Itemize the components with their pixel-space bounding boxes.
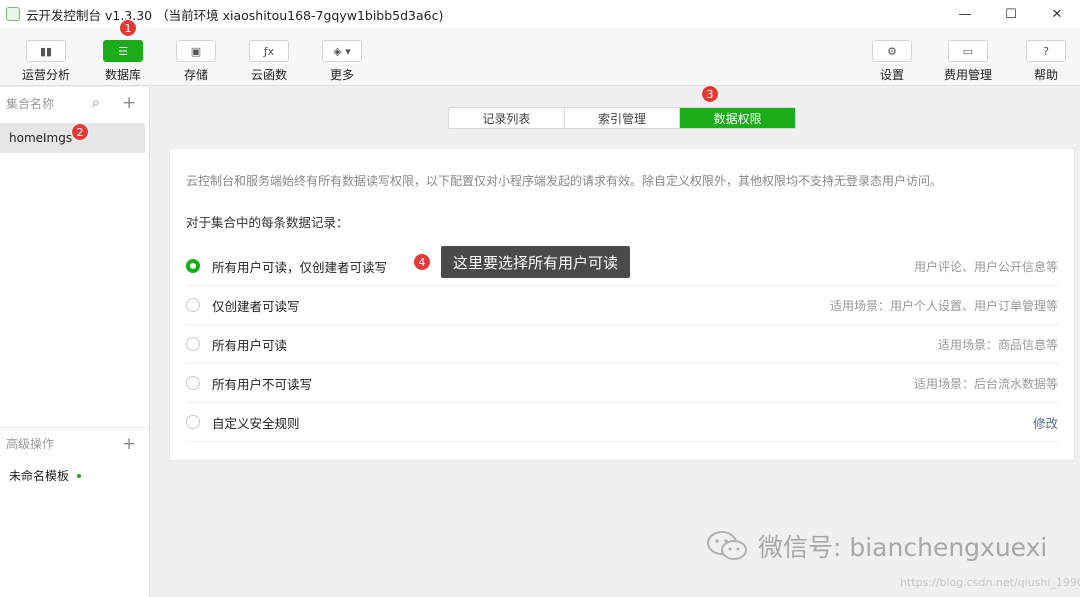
permissions-subtitle: 对于集合中的每条数据记录： [186, 212, 349, 231]
tab-index-management[interactable]: 索引管理 [565, 108, 681, 128]
toolbar-billing-button[interactable]: ▭ 费用管理 [948, 40, 988, 83]
permission-option[interactable]: 所有用户可读 适用场景：商品信息等 [186, 325, 1058, 364]
window-controls: — ☐ ✕ [942, 0, 1080, 28]
toolbar: ▮▮ 运营分析 ☰ 数据库 ▣ 存储 ƒx 云函数 ◈ ▾ 更多 ⚙ 设置 ▭ … [0, 28, 1080, 86]
close-button[interactable]: ✕ [1034, 0, 1080, 28]
annotation-tooltip: 这里要选择所有用户可读 [441, 246, 630, 278]
bar-chart-icon: ▮▮ [26, 40, 66, 62]
permissions-panel: 云控制台和服务端始终有所有数据读写权限，以下配置仅对小程序端发起的请求有效。除自… [169, 148, 1075, 461]
collection-sidebar: 集合名称 ⌕ + homeImgs 高级操作 + 未命名模板 [0, 87, 150, 597]
maximize-button[interactable]: ☐ [988, 0, 1034, 28]
collections-header: 集合名称 ⌕ + [0, 87, 149, 119]
add-collection-icon[interactable]: + [122, 93, 136, 113]
toolbar-more-button[interactable]: ◈ ▾ 更多 [322, 40, 362, 83]
radio-icon[interactable] [186, 376, 200, 390]
toolbar-label: 数据库 [105, 66, 141, 83]
radio-icon[interactable] [186, 337, 200, 351]
layers-icon: ◈ ▾ [322, 40, 362, 62]
toolbar-storage-button[interactable]: ▣ 存储 [176, 40, 216, 83]
toolbar-label: 运营分析 [22, 66, 70, 83]
toolbar-analytics-button[interactable]: ▮▮ 运营分析 [26, 40, 66, 83]
add-template-icon[interactable]: + [122, 434, 136, 454]
toolbar-functions-button[interactable]: ƒx 云函数 [249, 40, 289, 83]
minimize-button[interactable]: — [942, 0, 988, 28]
radio-checked-icon[interactable] [186, 259, 200, 273]
radio-icon[interactable] [186, 298, 200, 312]
annotation-badge-1: 1 [119, 19, 137, 37]
permission-option[interactable]: 所有用户不可读写 适用场景：后台流水数据等 [186, 364, 1058, 403]
annotation-badge-3: 3 [701, 85, 719, 103]
collections-header-label: 集合名称 [6, 95, 54, 112]
advanced-ops-header: 高级操作 + [0, 427, 149, 459]
template-item[interactable]: 未命名模板 [9, 467, 81, 484]
tab-bar: 记录列表 索引管理 数据权限 [448, 107, 796, 129]
watermark: 微信号: bianchengxuexi [706, 528, 1047, 564]
permissions-notice: 云控制台和服务端始终有所有数据读写权限，以下配置仅对小程序端发起的请求有效。除自… [186, 172, 942, 189]
toolbar-help-button[interactable]: ? 帮助 [1026, 40, 1066, 83]
permission-option-label: 所有用户可读，仅创建者可读写 [212, 257, 387, 276]
app-logo-icon [6, 7, 20, 21]
collection-item-label: homeImgs [9, 131, 72, 145]
wechat-logo-icon [706, 530, 748, 562]
gear-icon: ⚙ [872, 40, 912, 62]
database-icon: ☰ [103, 40, 143, 62]
permission-option-label: 所有用户不可读写 [212, 374, 312, 393]
search-icon[interactable]: ⌕ [92, 95, 100, 111]
toolbar-label: 帮助 [1034, 66, 1058, 83]
toolbar-settings-button[interactable]: ⚙ 设置 [872, 40, 912, 83]
toolbar-label: 更多 [330, 66, 354, 83]
toolbar-label: 费用管理 [944, 66, 992, 83]
permission-option-label: 仅创建者可读写 [212, 296, 300, 315]
radio-icon[interactable] [186, 415, 200, 429]
status-dot-icon [77, 474, 81, 478]
permission-option-label: 自定义安全规则 [212, 413, 300, 432]
watermark-text: 微信号: bianchengxuexi [758, 528, 1047, 564]
tab-data-permissions[interactable]: 数据权限 [680, 108, 795, 128]
title-bar: 云开发控制台 v1.3.30 （当前环境 xiaoshitou168-7gqyw… [0, 0, 1080, 28]
edit-rules-link[interactable]: 修改 [1033, 413, 1058, 432]
permission-option-hint: 适用场景：商品信息等 [938, 336, 1058, 353]
template-item-label: 未命名模板 [9, 467, 69, 484]
window-title: 云开发控制台 v1.3.30 （当前环境 xiaoshitou168-7gqyw… [26, 5, 443, 24]
permission-option-hint: 适用场景：用户个人设置、用户订单管理等 [830, 297, 1058, 314]
advanced-ops-label: 高级操作 [6, 435, 54, 452]
annotation-badge-2: 2 [71, 123, 89, 141]
permission-option[interactable]: 仅创建者可读写 适用场景：用户个人设置、用户订单管理等 [186, 286, 1058, 325]
permission-option-hint: 适用场景：后台流水数据等 [914, 375, 1058, 392]
toolbar-label: 存储 [184, 66, 208, 83]
permission-option-hint: 用户评论、用户公开信息等 [914, 258, 1058, 275]
toolbar-database-button[interactable]: ☰ 数据库 [103, 40, 143, 83]
tab-record-list[interactable]: 记录列表 [449, 108, 565, 128]
toolbar-label: 设置 [880, 66, 904, 83]
permission-option[interactable]: 自定义安全规则 修改 [186, 403, 1058, 442]
function-icon: ƒx [249, 40, 289, 62]
storage-icon: ▣ [176, 40, 216, 62]
permission-option-label: 所有用户可读 [212, 335, 287, 354]
annotation-badge-4: 4 [413, 253, 431, 271]
billing-icon: ▭ [948, 40, 988, 62]
watermark-url: https://blog.csdn.net/qiushi_1990 [900, 576, 1080, 589]
help-icon: ? [1026, 40, 1066, 62]
toolbar-label: 云函数 [251, 66, 287, 83]
